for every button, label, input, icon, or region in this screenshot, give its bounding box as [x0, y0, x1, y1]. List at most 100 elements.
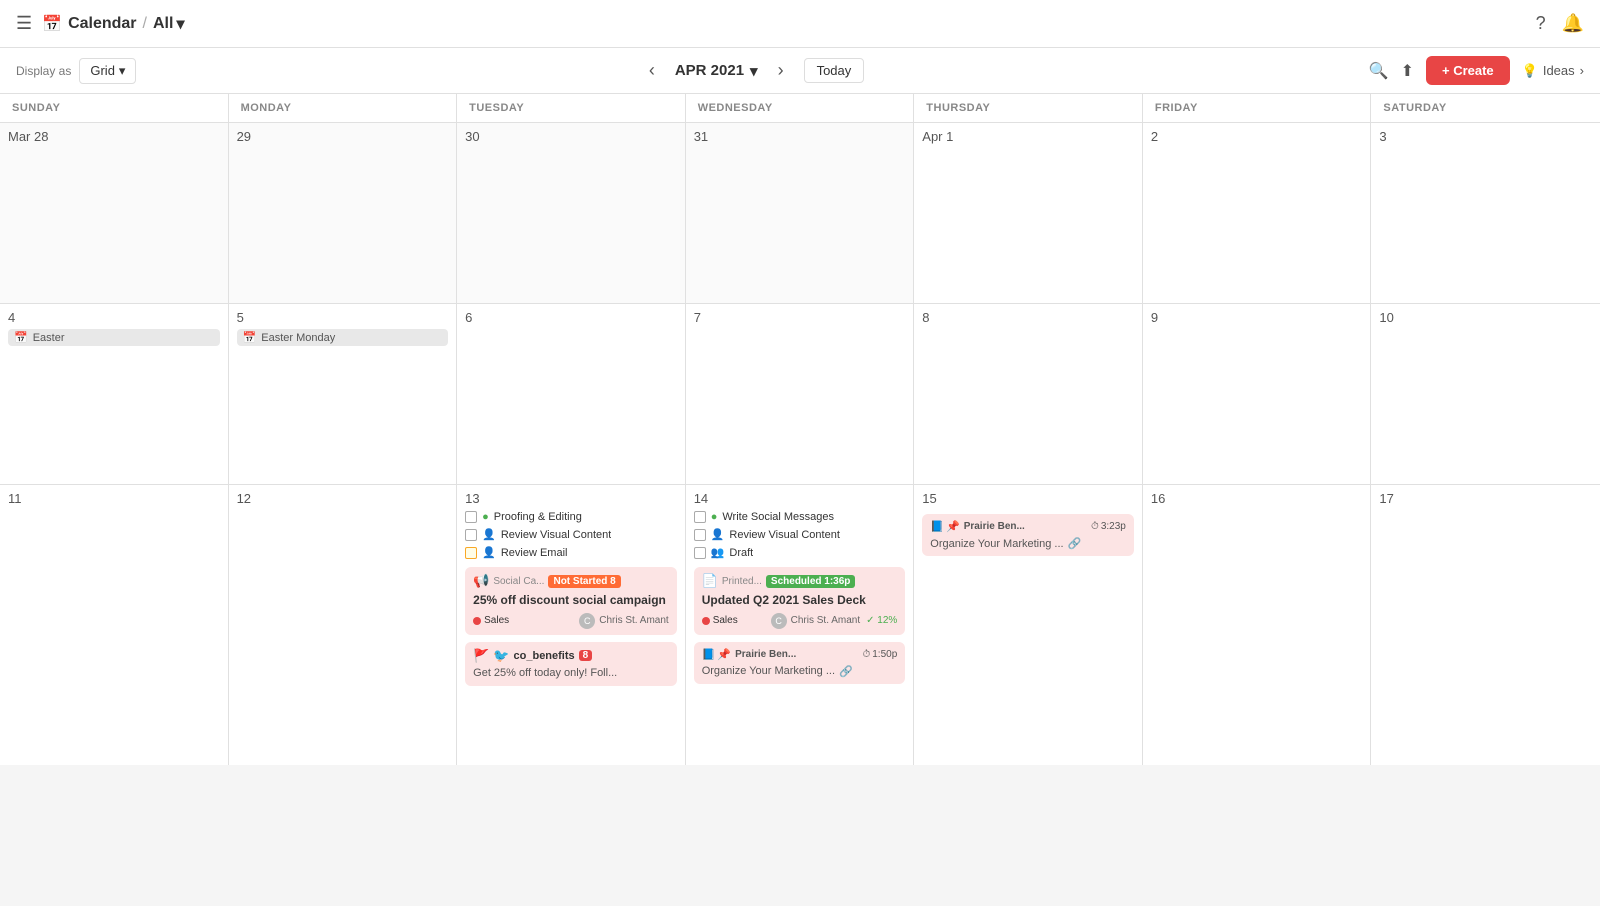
day-17[interactable]: 17 — [1371, 485, 1600, 765]
today-button[interactable]: Today — [804, 58, 865, 83]
day-number: 5 — [237, 310, 449, 325]
day-3[interactable]: 3 — [1371, 123, 1600, 303]
task-review-visual[interactable]: 👤 Review Visual Content — [465, 527, 677, 542]
day-number: 9 — [1151, 310, 1363, 325]
day-number: 29 — [237, 129, 449, 144]
month-title-text: APR 2021 — [675, 62, 744, 79]
card-tag: Sales — [702, 615, 738, 626]
prev-month-button[interactable]: ‹ — [641, 56, 663, 85]
twitter-icon: 🐦 — [493, 648, 509, 664]
day-31[interactable]: 31 — [686, 123, 915, 303]
task-draft[interactable]: 👥 Draft — [694, 545, 906, 560]
toolbar: Display as Grid ▾ ‹ APR 2021 ▾ › Today 🔍… — [0, 48, 1600, 94]
day-number: 12 — [237, 491, 449, 506]
ideas-label: Ideas — [1543, 63, 1575, 78]
co-benefits-card[interactable]: 🚩 🐦 co_benefits 8 Get 25% off today only… — [465, 642, 677, 686]
weeks: Mar 28 29 30 31 Apr 1 2 3 4 — [0, 123, 1600, 765]
bulb-icon: 💡 — [1522, 63, 1538, 79]
ideas-chevron-icon: › — [1580, 63, 1584, 78]
hamburger-icon[interactable]: ☰ — [16, 13, 32, 34]
day-29[interactable]: 29 — [229, 123, 458, 303]
prairie-header: 📘 📌 Prairie Ben... ⏱ 3:23p — [930, 520, 1126, 533]
create-button[interactable]: + Create — [1426, 56, 1510, 85]
day-5[interactable]: 5 📅 Easter Monday — [229, 304, 458, 484]
nav-all[interactable]: All ▾ — [153, 14, 184, 34]
nav-title: 📅 Calendar / All ▾ — [42, 14, 184, 34]
nav-right: ? 🔔 — [1536, 13, 1584, 34]
day-mar28[interactable]: Mar 28 — [0, 123, 229, 303]
link-icon: 🔗 — [839, 665, 853, 678]
tag-label: Sales — [713, 615, 738, 626]
task-write-social[interactable]: ● Write Social Messages — [694, 510, 906, 524]
day-30[interactable]: 30 — [457, 123, 686, 303]
flag3-icon: 📌 — [946, 520, 960, 533]
day-2[interactable]: 2 — [1143, 123, 1372, 303]
day-apr1[interactable]: Apr 1 — [914, 123, 1143, 303]
day-number: 10 — [1379, 310, 1592, 325]
easter-event[interactable]: 📅 Easter — [8, 329, 220, 346]
grid-chevron-icon: ▾ — [119, 63, 126, 79]
holiday-label: Easter — [33, 332, 65, 344]
event-list: ● Proofing & Editing 👤 Review Visual Con… — [465, 510, 677, 686]
grid-button[interactable]: Grid ▾ — [79, 58, 136, 84]
day-9[interactable]: 9 — [1143, 304, 1372, 484]
task-icon: ● — [482, 511, 489, 523]
day-16[interactable]: 16 — [1143, 485, 1372, 765]
task-checkbox[interactable] — [465, 529, 477, 541]
task-label: Write Social Messages — [722, 511, 834, 523]
month-title[interactable]: APR 2021 ▾ — [675, 62, 758, 80]
bell-icon[interactable]: 🔔 — [1562, 13, 1584, 34]
task-checkbox[interactable] — [694, 547, 706, 559]
day-6[interactable]: 6 — [457, 304, 686, 484]
prairie-icons: 📘 📌 — [702, 648, 731, 661]
nav-all-label: All — [153, 15, 173, 33]
card-source: Social Ca... — [493, 576, 544, 587]
task-checkbox[interactable] — [694, 529, 706, 541]
event-list: 📅 Easter Monday — [237, 329, 449, 346]
author-name: Chris St. Amant — [791, 615, 860, 626]
prairie-left: 📘 📌 Prairie Ben... — [702, 648, 797, 661]
task-checkbox[interactable] — [465, 547, 477, 559]
social-header: 🚩 🐦 co_benefits 8 — [473, 648, 669, 664]
nav-slash: / — [143, 15, 147, 33]
day-number: 31 — [694, 129, 906, 144]
easter-monday-event[interactable]: 📅 Easter Monday — [237, 329, 449, 346]
prairie-card-14[interactable]: 📘 📌 Prairie Ben... ⏱ 1:50p Org — [694, 642, 906, 684]
time-value: 1:50p — [872, 649, 897, 660]
day-7[interactable]: 7 — [686, 304, 915, 484]
task-checkbox[interactable] — [465, 511, 477, 523]
header-monday: MONDAY — [229, 94, 458, 122]
day-13[interactable]: 13 ● Proofing & Editing 👤 Review Visual … — [457, 485, 686, 765]
printed-card[interactable]: 📄 Printed... Scheduled 1:36p Updated Q2 … — [694, 567, 906, 635]
task-label: Review Visual Content — [729, 529, 839, 541]
search-button[interactable]: 🔍 — [1369, 61, 1389, 81]
day-8[interactable]: 8 — [914, 304, 1143, 484]
prairie-time: ⏱ 1:50p — [862, 649, 897, 660]
header-sunday: SUNDAY — [0, 94, 229, 122]
day-4[interactable]: 4 📅 Easter — [0, 304, 229, 484]
ideas-button[interactable]: 💡 Ideas › — [1522, 63, 1584, 79]
next-month-button[interactable]: › — [770, 56, 792, 85]
clock-icon: ⏱ — [862, 649, 870, 660]
display-as-label: Display as — [16, 64, 71, 78]
toolbar-right: 🔍 ⬆ + Create 💡 Ideas › — [1369, 56, 1584, 85]
task-review-visual-14[interactable]: 👤 Review Visual Content — [694, 527, 906, 542]
help-icon[interactable]: ? — [1536, 13, 1546, 34]
day-15[interactable]: 15 📘 📌 Prairie Ben... — [914, 485, 1143, 765]
social-name: co_benefits — [514, 650, 575, 662]
day-11[interactable]: 11 — [0, 485, 229, 765]
task-checkbox[interactable] — [694, 511, 706, 523]
social-count: 8 — [579, 650, 593, 661]
task-review-email[interactable]: 👤 Review Email — [465, 545, 677, 560]
prairie-left: 📘 📌 Prairie Ben... — [930, 520, 1025, 533]
day-number: 2 — [1151, 129, 1363, 144]
day-10[interactable]: 10 — [1371, 304, 1600, 484]
day-number: 7 — [694, 310, 906, 325]
day-12[interactable]: 12 — [229, 485, 458, 765]
task-proofing[interactable]: ● Proofing & Editing — [465, 510, 677, 524]
share-button[interactable]: ⬆ — [1401, 61, 1414, 81]
prairie-time: ⏱ 3:23p — [1091, 521, 1126, 532]
day-14[interactable]: 14 ● Write Social Messages 👤 Review Visu… — [686, 485, 915, 765]
prairie-card-15[interactable]: 📘 📌 Prairie Ben... ⏱ 3:23p Org — [922, 514, 1134, 556]
social-campaign-card[interactable]: 📢 Social Ca... Not Started 8 25% off dis… — [465, 567, 677, 635]
